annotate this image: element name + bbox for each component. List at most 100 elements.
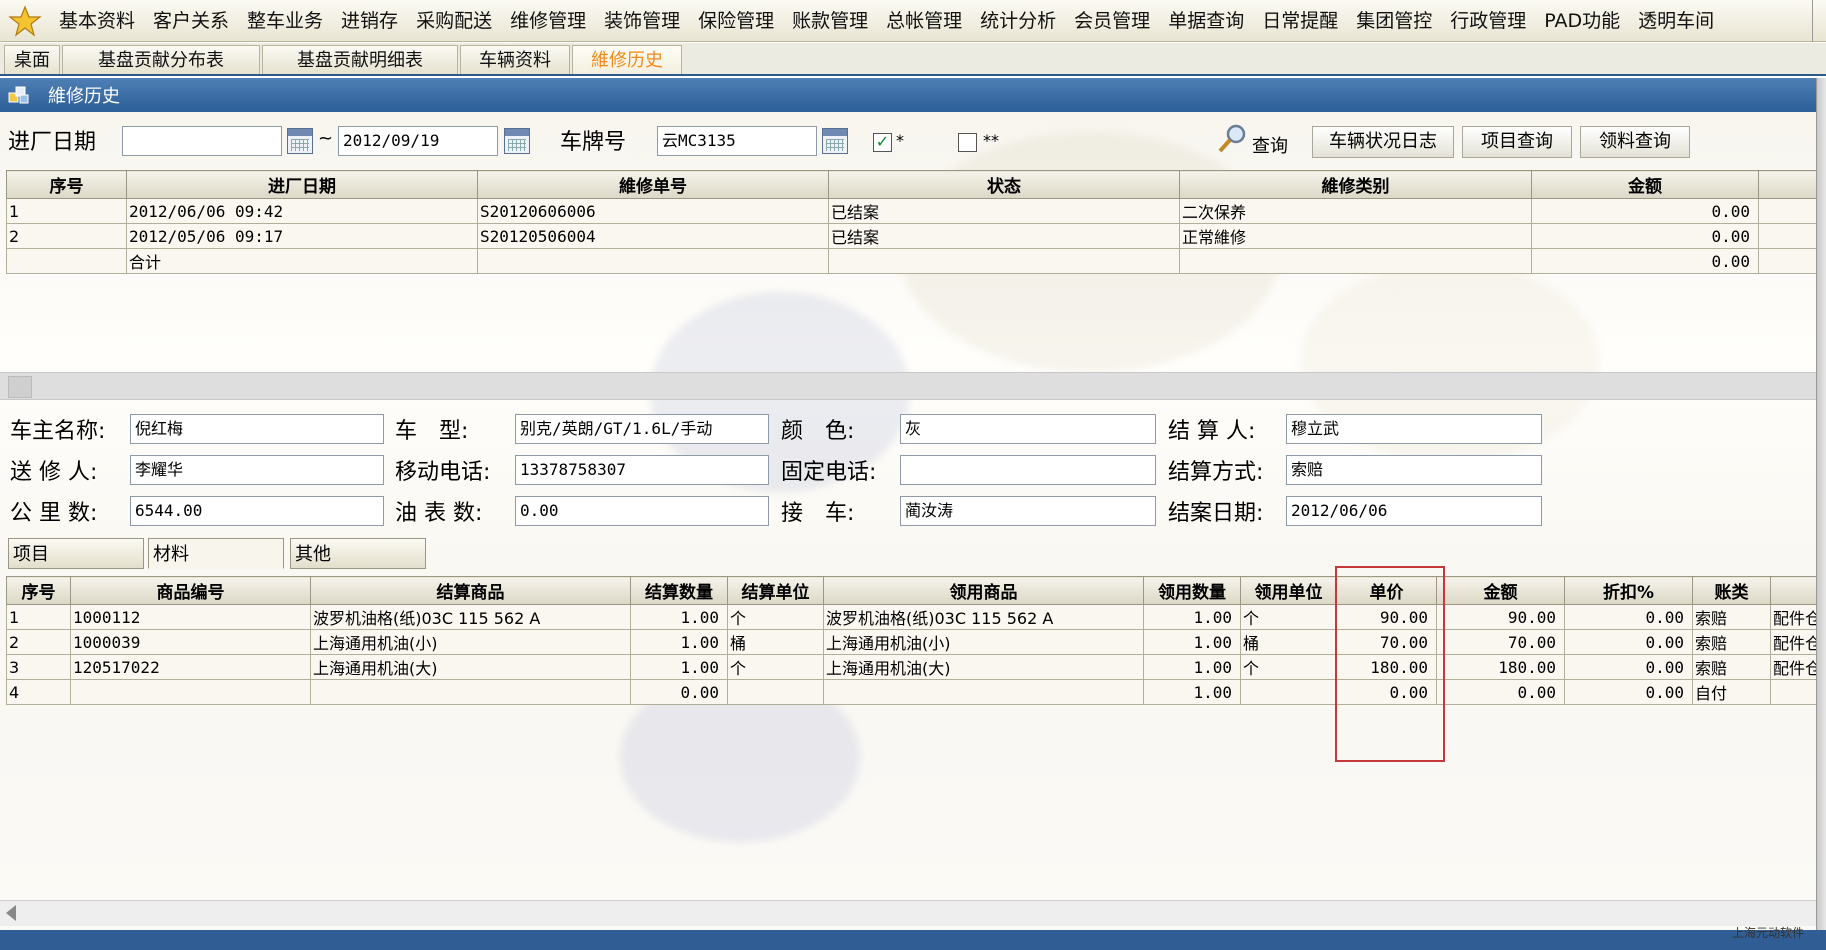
- scroll-left-arrow-icon[interactable]: [6, 905, 16, 921]
- lower-header-cell[interactable]: 结算商品: [310, 576, 631, 605]
- detail-tab-materials[interactable]: 材料: [148, 538, 284, 569]
- lower-header-cell[interactable]: 商品编号: [70, 576, 311, 605]
- upper-header-cell[interactable]: 維修类别: [1179, 170, 1532, 199]
- lower-header-cell[interactable]: 序号: [6, 576, 71, 605]
- menu-item[interactable]: 进销存: [332, 0, 407, 42]
- landline-label: 固定电话:: [781, 460, 877, 485]
- material-query-button[interactable]: 领料查询: [1580, 126, 1690, 158]
- query-button[interactable]: 查询: [1216, 124, 1288, 158]
- menu-overflow[interactable]: [1812, 0, 1826, 42]
- lower-header-cell[interactable]: 金额: [1436, 576, 1565, 605]
- table-cell: 桶: [1240, 629, 1337, 655]
- table-row[interactable]: 2 1000039 上海通用机油(小) 1.00 桶上海通用机油(小) 1.00 桶 70.0…: [6, 629, 1821, 655]
- menu-item[interactable]: 透明车间: [1629, 0, 1723, 42]
- lower-header-cell[interactable]: 结算单位: [727, 576, 824, 605]
- lower-header-cell[interactable]: 折扣%: [1564, 576, 1693, 605]
- table-cell: [477, 248, 829, 274]
- table-cell: 2012/06/06 09:42: [126, 198, 478, 224]
- menu-item[interactable]: 行政管理: [1441, 0, 1535, 42]
- table-cell: 0.00: [1531, 223, 1759, 249]
- table-cell: 配件仓: [1770, 654, 1821, 680]
- settle-method-label: 结算方式:: [1168, 460, 1264, 485]
- checkbox-fuzzy[interactable]: [958, 133, 977, 152]
- mileage-field[interactable]: 6544.00: [130, 496, 384, 526]
- lower-header-cell[interactable]: 账类: [1692, 576, 1771, 605]
- landline-field[interactable]: [900, 455, 1156, 485]
- color-field[interactable]: 灰: [900, 414, 1156, 444]
- table-cell: 索赔: [1692, 604, 1771, 630]
- detail-tab-other[interactable]: 其他: [290, 538, 426, 569]
- menu-item[interactable]: 统计分析: [971, 0, 1065, 42]
- table-cell: 正常維修: [1179, 223, 1532, 249]
- splitter-handle[interactable]: [8, 376, 32, 398]
- menu-item[interactable]: 总帐管理: [877, 0, 971, 42]
- menu-item[interactable]: 装饰管理: [595, 0, 689, 42]
- upper-header-cell[interactable]: 进厂日期: [126, 170, 478, 199]
- upper-header-cell[interactable]: 序号: [6, 170, 127, 199]
- menu-item[interactable]: 账款管理: [783, 0, 877, 42]
- tab-base-contribution-detail[interactable]: 基盘贡献明细表: [262, 45, 458, 74]
- horizontal-scrollbar[interactable]: [0, 900, 1826, 926]
- close-date-field[interactable]: 2012/06/06: [1286, 496, 1542, 526]
- menu-item[interactable]: 基本资料: [50, 0, 144, 42]
- menu-item[interactable]: 客户关系: [144, 0, 238, 42]
- menu-item[interactable]: 单据查询: [1159, 0, 1253, 42]
- table-row[interactable]: 4 0.00 1.00 0.00 0.00 0.00 自付: [6, 679, 1821, 705]
- sender-field[interactable]: 李耀华: [130, 455, 384, 485]
- table-cell-filler: [1758, 223, 1821, 249]
- menu-item[interactable]: 维修管理: [501, 0, 595, 42]
- vertical-scrollbar[interactable]: [1816, 78, 1826, 930]
- table-row[interactable]: 2 2012/05/06 09:17 S20120506004 已结案 正常維修 0.00: [6, 223, 1821, 249]
- tab-repair-history[interactable]: 維修历史: [572, 45, 682, 74]
- table-row[interactable]: 3 120517022 上海通用机油(大) 1.00 个上海通用机油(大) 1.00 个 18…: [6, 654, 1821, 680]
- table-row[interactable]: 1 1000112 波罗机油格(纸)03C 115 562 A 1.00 个波罗机油格(…: [6, 604, 1821, 630]
- lower-header-cell[interactable]: [1770, 576, 1821, 605]
- menu-item[interactable]: 保险管理: [689, 0, 783, 42]
- calendar-icon[interactable]: [287, 128, 313, 154]
- lower-header-cell[interactable]: 结算数量: [630, 576, 728, 605]
- table-cell: [823, 679, 1144, 705]
- menu-item[interactable]: 日常提醒: [1253, 0, 1347, 42]
- vehicle-status-log-button[interactable]: 车辆状况日志: [1312, 126, 1454, 158]
- table-row[interactable]: 1 2012/06/06 09:42 S20120606006 已结案 二次保养 0.00: [6, 198, 1821, 224]
- fuel-gauge-field[interactable]: 0.00: [515, 496, 769, 526]
- table-row[interactable]: 合计 0.00: [6, 248, 1821, 274]
- star-logo-icon: [0, 0, 50, 42]
- upper-header-cell[interactable]: 状态: [828, 170, 1180, 199]
- checkbox-exact[interactable]: ✓: [873, 133, 892, 152]
- lower-header-cell[interactable]: 领用单位: [1240, 576, 1337, 605]
- menu-item[interactable]: 集团管控: [1347, 0, 1441, 42]
- pickup-field[interactable]: 蔺汝涛: [900, 496, 1156, 526]
- pickup-label: 接 车:: [781, 501, 855, 526]
- tab-base-contribution-distribution[interactable]: 基盘贡献分布表: [62, 45, 260, 74]
- calendar-icon[interactable]: [822, 128, 848, 154]
- lower-header-cell[interactable]: 领用数量: [1143, 576, 1241, 605]
- menu-item[interactable]: PAD功能: [1535, 0, 1629, 42]
- query-button-label: 查询: [1252, 136, 1288, 157]
- tab-vehicle-info[interactable]: 车辆资料: [460, 45, 570, 74]
- menu-item[interactable]: 会员管理: [1065, 0, 1159, 42]
- table-cell: 0.00: [1531, 248, 1759, 274]
- settler-field[interactable]: 穆立武: [1286, 414, 1542, 444]
- date-from-input[interactable]: [122, 126, 282, 156]
- item-query-button[interactable]: 项目查询: [1462, 126, 1572, 158]
- detail-tab-items[interactable]: 项目: [8, 538, 144, 569]
- car-model-field[interactable]: 别克/英朗/GT/1.6L/手动: [515, 414, 769, 444]
- table-cell: [1770, 679, 1821, 705]
- checkbox-fuzzy-label: **: [983, 131, 999, 150]
- mobile-phone-field[interactable]: 13378758307: [515, 455, 769, 485]
- upper-header-cell[interactable]: 金额: [1531, 170, 1759, 199]
- calendar-icon[interactable]: [504, 128, 530, 154]
- panel-splitter[interactable]: [0, 372, 1826, 400]
- settle-method-field[interactable]: 索赔: [1286, 455, 1542, 485]
- plate-number-input[interactable]: 云MC3135: [657, 126, 817, 156]
- tab-desktop[interactable]: 桌面: [4, 45, 60, 74]
- menu-item[interactable]: 整车业务: [238, 0, 332, 42]
- checkbox-exact-label: *: [896, 131, 904, 150]
- lower-header-cell[interactable]: 领用商品: [823, 576, 1144, 605]
- date-to-input[interactable]: 2012/09/19: [338, 126, 498, 156]
- upper-header-filler: [1758, 170, 1821, 199]
- upper-header-cell[interactable]: 維修单号: [477, 170, 829, 199]
- menu-item[interactable]: 采购配送: [407, 0, 501, 42]
- owner-name-field[interactable]: 倪红梅: [130, 414, 384, 444]
